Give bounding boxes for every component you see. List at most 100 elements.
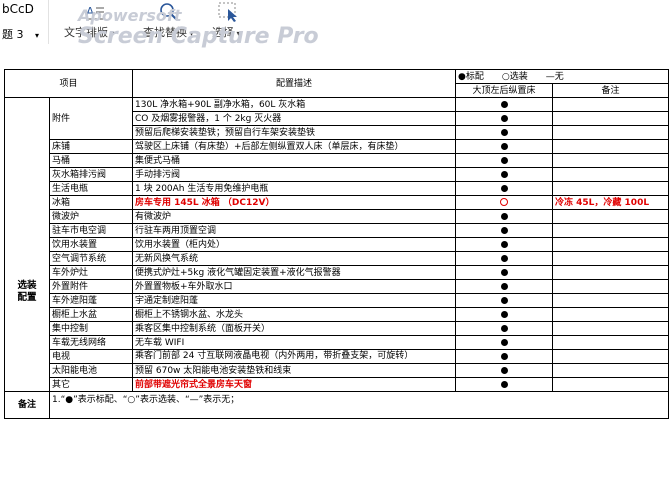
row-item: 床铺 [48,139,134,154]
row-note [552,153,670,168]
row-desc: 无新风换气系统 [132,251,457,266]
standard-dot-icon [500,156,508,164]
attachments-label: 附件 [48,97,134,140]
row-desc: 乘客门前部 24 寸互联网液晶电视（内外两用，带折叠支架，可旋转） [132,349,457,364]
remark-label: 备注 [4,391,50,419]
row-desc: 1 块 200Ah 生活专用免维护电瓶 [132,181,457,196]
table-row: 床铺 驾驶区上床铺（有床垫）+后部左侧纵置双人床（单层床，有床垫） [5,139,670,154]
standard-dot-icon [500,100,508,108]
row-desc: 饮用水装置（柜内处） [132,237,457,252]
header-model: 大顶左后纵置床 [455,83,554,98]
row-note [552,181,670,196]
table-row: 空气调节系统 无新风换气系统 [5,251,670,266]
row-desc: 乘客区集中控制系统（面板开关） [132,321,457,336]
row-note [552,335,670,350]
table-row: 外置附件 外置置物板+车外取水口 [5,279,670,294]
row-desc: 橱柜上不锈钢水盆、水龙头 [132,307,457,322]
config-mark [455,335,554,350]
ribbon-separator [48,0,49,44]
row-note [552,167,670,182]
row-desc: CO 及烟雾报警器，1 个 2kg 灭火器 [132,111,457,126]
row-desc: 外置置物板+车外取水口 [132,279,457,294]
config-mark [455,293,554,308]
header-legend: ●标配 ○选装 —无 [455,69,670,84]
config-mark [455,321,554,336]
select-button[interactable]: 选择 ▾ [212,24,241,40]
row-item: 其它 [48,377,134,392]
header-note: 备注 [552,83,670,98]
row-note [552,307,670,322]
standard-dot-icon [500,296,508,304]
text-layout-icon[interactable]: A [84,2,106,22]
row-note [552,139,670,154]
row-desc: 便携式炉灶+5kg 液化气罐固定装置+液化气报警器 [132,265,457,280]
standard-dot-icon [500,254,508,262]
row-note [552,279,670,294]
row-note [552,209,670,224]
table-row: 集中控制 乘客区集中控制系统（面板开关） [5,321,670,336]
config-mark [455,237,554,252]
config-mark [455,349,554,364]
row-note [552,125,670,140]
row-item: 车外炉灶 [48,265,134,280]
style-name: 题 3 [2,28,24,41]
header-desc: 配置描述 [132,69,457,98]
cursor-select-icon[interactable] [218,2,240,22]
row-note [552,363,670,378]
row-item: 生活电瓶 [48,181,134,196]
row-note [552,321,670,336]
standard-dot-icon [500,128,508,136]
table-row: 生活电瓶 1 块 200Ah 生活专用免维护电瓶 [5,181,670,196]
row-note [552,237,670,252]
row-note [552,377,670,392]
style-gallery-item[interactable]: bCcD 题 3 ▾ [2,2,39,42]
standard-dot-icon [500,184,508,192]
spec-table: 项目 配置描述 ●标配 ○选装 —无 大顶左后纵置床 备注 选装配置 附件 130L… [3,69,670,419]
optional-ring-icon [500,198,509,206]
table-row: 饮用水装置 饮用水装置（柜内处） [5,237,670,252]
row-note [552,223,670,238]
table-row: 冰箱 房车专用 145L 冰箱 （DC12V） 冷冻 45L，冷藏 100L [5,195,670,210]
config-mark [455,209,554,224]
table-row: 微波炉 有微波炉 [5,209,670,224]
standard-dot-icon [500,240,508,248]
chevron-down-icon[interactable]: ▾ [35,31,39,40]
row-item: 太阳能电池 [48,363,134,378]
remark-text: 1.“●”表示标配、“○”表示选装、“—”表示无； [48,391,670,419]
row-item: 集中控制 [48,321,134,336]
ribbon-toolbar: bCcD 题 3 ▾ A 文字排版 ▾ 查找替换 ▾ 选择 ▾ Apowerso… [0,0,672,62]
config-mark [455,377,554,392]
row-item: 马桶 [48,153,134,168]
standard-dot-icon [500,380,508,388]
standard-dot-icon [500,268,508,276]
config-mark [455,111,554,126]
magnifier-icon[interactable] [158,2,180,22]
find-replace-button[interactable]: 查找替换 ▾ [143,24,194,40]
row-desc: 预留 670w 太阳能电池安装垫铁和线束 [132,363,457,378]
row-desc: 驾驶区上床铺（有床垫）+后部左侧纵置双人床（单层床，有床垫） [132,139,457,154]
row-item: 车载无线网络 [48,335,134,350]
config-mark [455,97,554,112]
table-row: 太阳能电池 预留 670w 太阳能电池安装垫铁和线束 [5,363,670,378]
config-mark [455,279,554,294]
row-note [552,251,670,266]
config-mark [455,307,554,322]
standard-dot-icon [500,170,508,178]
table-row: 驻车市电空调 行驻车两用顶置空调 [5,223,670,238]
table-row: 其它 前部带遮光帘式全景房车天窗 [5,377,670,392]
row-item: 冰箱 [48,195,134,210]
table-row: 车外遮阳蓬 宇通定制遮阳蓬 [5,293,670,308]
chevron-down-icon: ▾ [187,29,194,38]
style-preview: bCcD [2,2,34,16]
row-note: 冷冻 45L，冷藏 100L [552,195,670,210]
row-note [552,293,670,308]
chevron-down-icon: ▾ [108,29,115,38]
header-item: 项目 [3,69,134,98]
row-note [552,97,670,112]
table-row: 车外炉灶 便携式炉灶+5kg 液化气罐固定装置+液化气报警器 [5,265,670,280]
standard-dot-icon [500,282,508,290]
table-row: 车载无线网络 无车载 WIFI [5,335,670,350]
config-mark [455,223,554,238]
text-layout-button[interactable]: 文字排版 ▾ [64,24,115,40]
config-mark [455,167,554,182]
